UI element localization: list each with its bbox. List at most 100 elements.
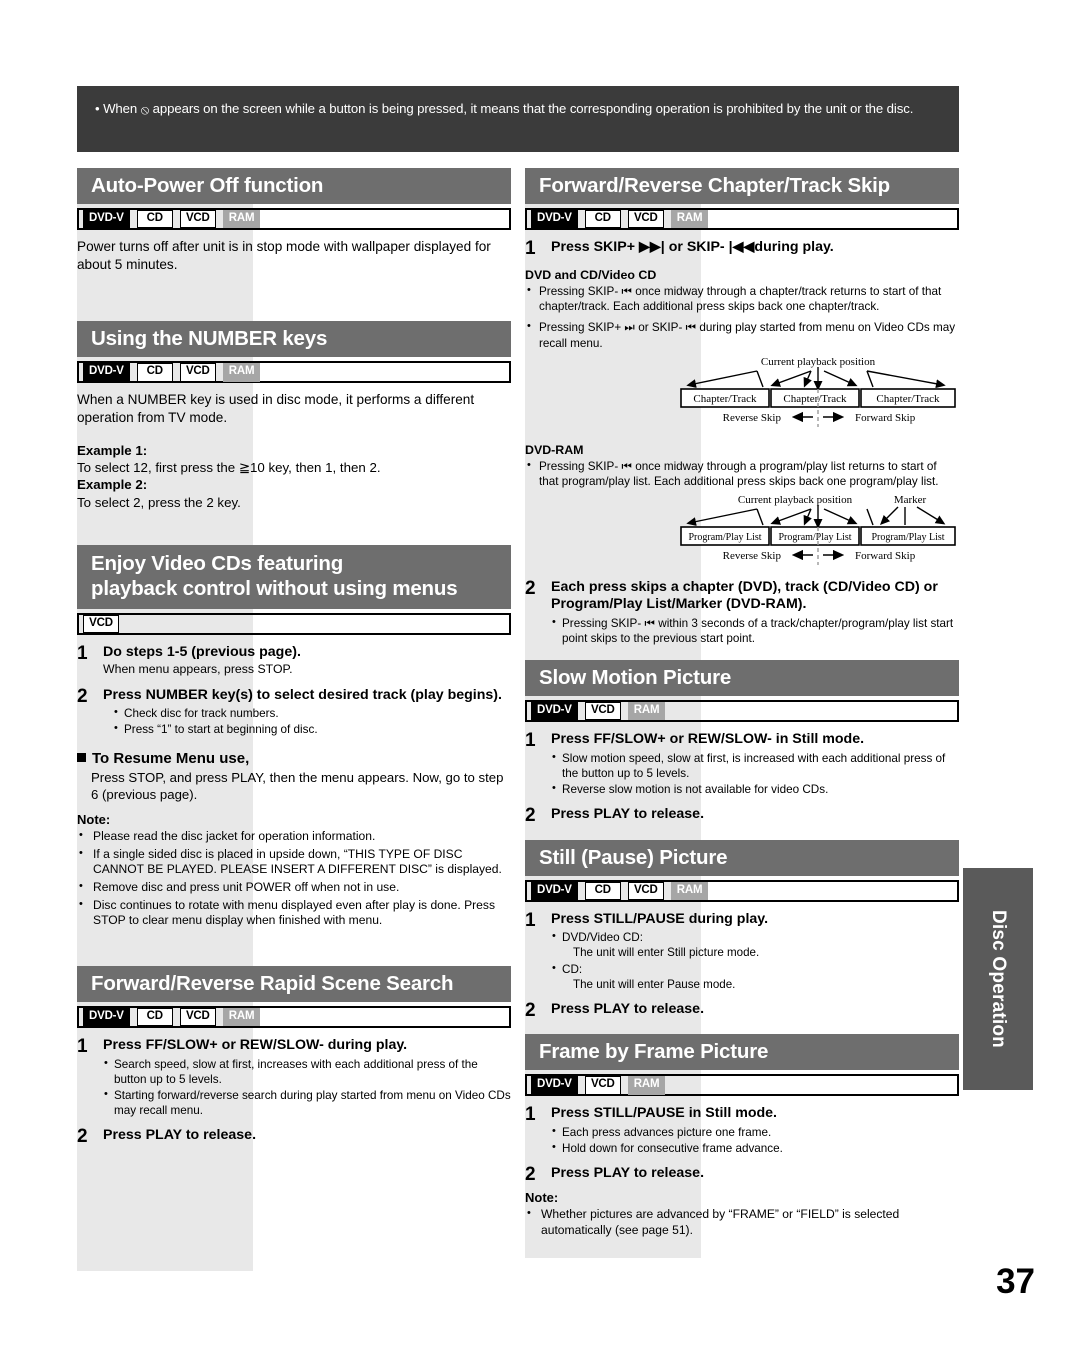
badge-cd: CD [584,209,621,229]
step-title: Press PLAY to release. [551,1001,705,1018]
badge-ram: RAM [222,363,261,382]
note-label: Note: [525,1190,559,1206]
badge-cd: CD [136,1007,173,1027]
disc-badge-row: DVD-V VCD RAM [525,1074,959,1097]
section-frame-by-frame: Frame by Frame Picture DVD-V VCD RAM 1 P… [525,1034,959,1238]
step-title-part-c: during play. [754,239,834,255]
badge-dvd-v: DVD-V [531,881,578,901]
step-bullet-list: Search speed, slow at first, increases w… [103,1056,511,1119]
badge-cd: CD [584,881,621,901]
step-number: 2 [77,685,88,707]
step-bullet-list: Each press advances picture one frame. H… [551,1124,959,1156]
still-mode-description: The unit will enter Still picture mode. [573,945,760,959]
step-number: 1 [525,1104,536,1126]
badge-ram: RAM [627,701,666,721]
step-subtext: When menu appears, press STOP. [103,662,293,677]
section-scene-search: Forward/Reverse Rapid Scene Search DVD-V… [77,966,511,1147]
step-title-part-a: Press SKIP+ [551,239,639,255]
section-video-cds: Enjoy Video CDs featuring playback contr… [77,544,511,929]
chapter-track-skip-diagram: Current playback position Chapter/Track … [677,355,959,435]
notice-text-after: appears on the screen while a button is … [149,101,914,116]
step-title: Press PLAY to release. [103,1127,257,1144]
badge-vcd: VCD [179,209,216,229]
badge-vcd: VCD [627,209,664,229]
step-number: 1 [525,730,536,752]
dvd-cd-subheading: DVD and CD/Video CD [525,267,657,282]
badge-vcd: VCD [179,363,216,382]
section-title-frame-by-frame: Frame by Frame Picture [525,1034,959,1071]
square-bullet-icon [77,752,86,762]
badge-dvd-v: DVD-V [531,209,578,229]
badge-dvd-v: DVD-V [83,363,130,382]
notice-text: • When ⦸ appears on the screen while a b… [95,100,941,118]
bullet-item: Slow motion speed, slow at first, is inc… [551,749,959,781]
note-item: Remove disc and press unit POWER off whe… [77,879,511,896]
section-title-scene-search: Forward/Reverse Rapid Scene Search [77,966,511,1003]
skip-forward-icon: ▶▶| [638,239,665,255]
step: 1 Press FF/SLOW+ or REW/SLOW- during pla… [77,1037,511,1118]
badge-dvd-v: DVD-V [83,1007,130,1027]
step-number: 1 [525,238,536,259]
step-title: Each press skips a chapter (DVD), track … [551,579,938,613]
step-number: 2 [525,1000,536,1022]
disc-badge-row: DVD-V CD VCD RAM [525,880,959,903]
badge-ram: RAM [222,1007,261,1027]
step: 2 Press NUMBER key(s) to select desired … [77,685,511,738]
step-number: 1 [77,642,88,664]
left-column: Auto-Power Off function DVD-V CD VCD RAM… [77,168,511,1147]
step-number: 2 [525,578,536,600]
step: 2 Press PLAY to release. [77,1127,511,1147]
step: 2 Press PLAY to release. [525,806,959,826]
bullet-item: Press “1” to start at beginning of disc. [113,721,511,737]
step-title: Press FF/SLOW+ or REW/SLOW- in Still mod… [551,731,865,748]
bullet-item: Pressing SKIP+ ⏭ or SKIP- ⏮ during play … [525,319,959,350]
notice-text-before: • When [95,101,141,116]
step-title: Press STILL/PAUSE in Still mode. [551,1105,777,1122]
badge-vcd: VCD [584,701,621,721]
section-title-slow-motion: Slow Motion Picture [525,660,959,697]
step: 1 Press SKIP+ ▶▶| or SKIP- |◀◀during pla… [525,239,959,259]
section-title-number-keys: Using the NUMBER keys [77,321,511,358]
example1-label: Example 1: [77,442,148,458]
section-title-auto-power-off: Auto-Power Off function [77,168,511,204]
number-keys-body: When a NUMBER key is used in disc mode, … [77,392,475,426]
bullet-item: Reverse slow motion is not available for… [551,781,959,797]
section-slow-motion: Slow Motion Picture DVD-V VCD RAM 1 Pres… [525,660,959,826]
section-chapter-track-skip: Forward/Reverse Chapter/Track Skip DVD-V… [525,168,959,646]
bullet-item: DVD/Video CD: [551,929,959,945]
svg-text:Program/Play List: Program/Play List [688,532,761,543]
svg-text:Reverse Skip: Reverse Skip [723,412,782,424]
bullet-item: Check disc for track numbers. [113,705,511,721]
bullet-item: Search speed, slow at first, increases w… [103,1056,511,1087]
step-title: Press PLAY to release. [551,806,705,823]
program-playlist-skip-diagram: Current playback position Marker Program… [677,493,959,573]
step-bullet-list: Slow motion speed, slow at first, is inc… [551,749,959,798]
note-label: Note: [77,811,111,827]
step-bullet-list: DVD/Video CD: [551,929,959,945]
badge-vcd: VCD [627,881,664,901]
badge-cd: CD [136,363,173,382]
step-title-part-b: or SKIP- [664,239,729,255]
prohibited-operation-notice: • When ⦸ appears on the screen while a b… [77,86,959,152]
note-item: Please read the disc jacket for operatio… [77,828,511,845]
step-bullet-list: Check disc for track numbers. Press “1” … [113,705,511,737]
example2-label: Example 2: [77,477,148,493]
disc-badge-row: VCD [77,612,511,635]
manual-page: • When ⦸ appears on the screen while a b… [0,0,1080,1363]
bullet-item: CD: [551,961,959,977]
section-still-pause: Still (Pause) Picture DVD-V CD VCD RAM 1… [525,840,959,1021]
disc-badge-row: DVD-V CD VCD RAM [77,208,511,230]
bullet-item: Pressing SKIP- ⏮ within 3 seconds of a t… [551,615,959,646]
badge-vcd: VCD [83,614,119,634]
step-number: 2 [77,1126,88,1148]
svg-text:Current playback position: Current playback position [738,494,853,506]
step-title: Press PLAY to release. [551,1165,705,1182]
svg-text:Forward Skip: Forward Skip [855,412,916,424]
side-tab-label: Disc Operation [988,910,1009,1048]
note-item: Disc continues to rotate with menu displ… [77,897,511,929]
page-number: 37 [996,1262,1035,1301]
resume-menu-body: Press STOP, and press PLAY, then the men… [91,769,504,802]
note-list: Please read the disc jacket for operatio… [77,828,511,929]
svg-text:Marker: Marker [894,494,927,506]
svg-text:Current playback position: Current playback position [761,356,876,368]
